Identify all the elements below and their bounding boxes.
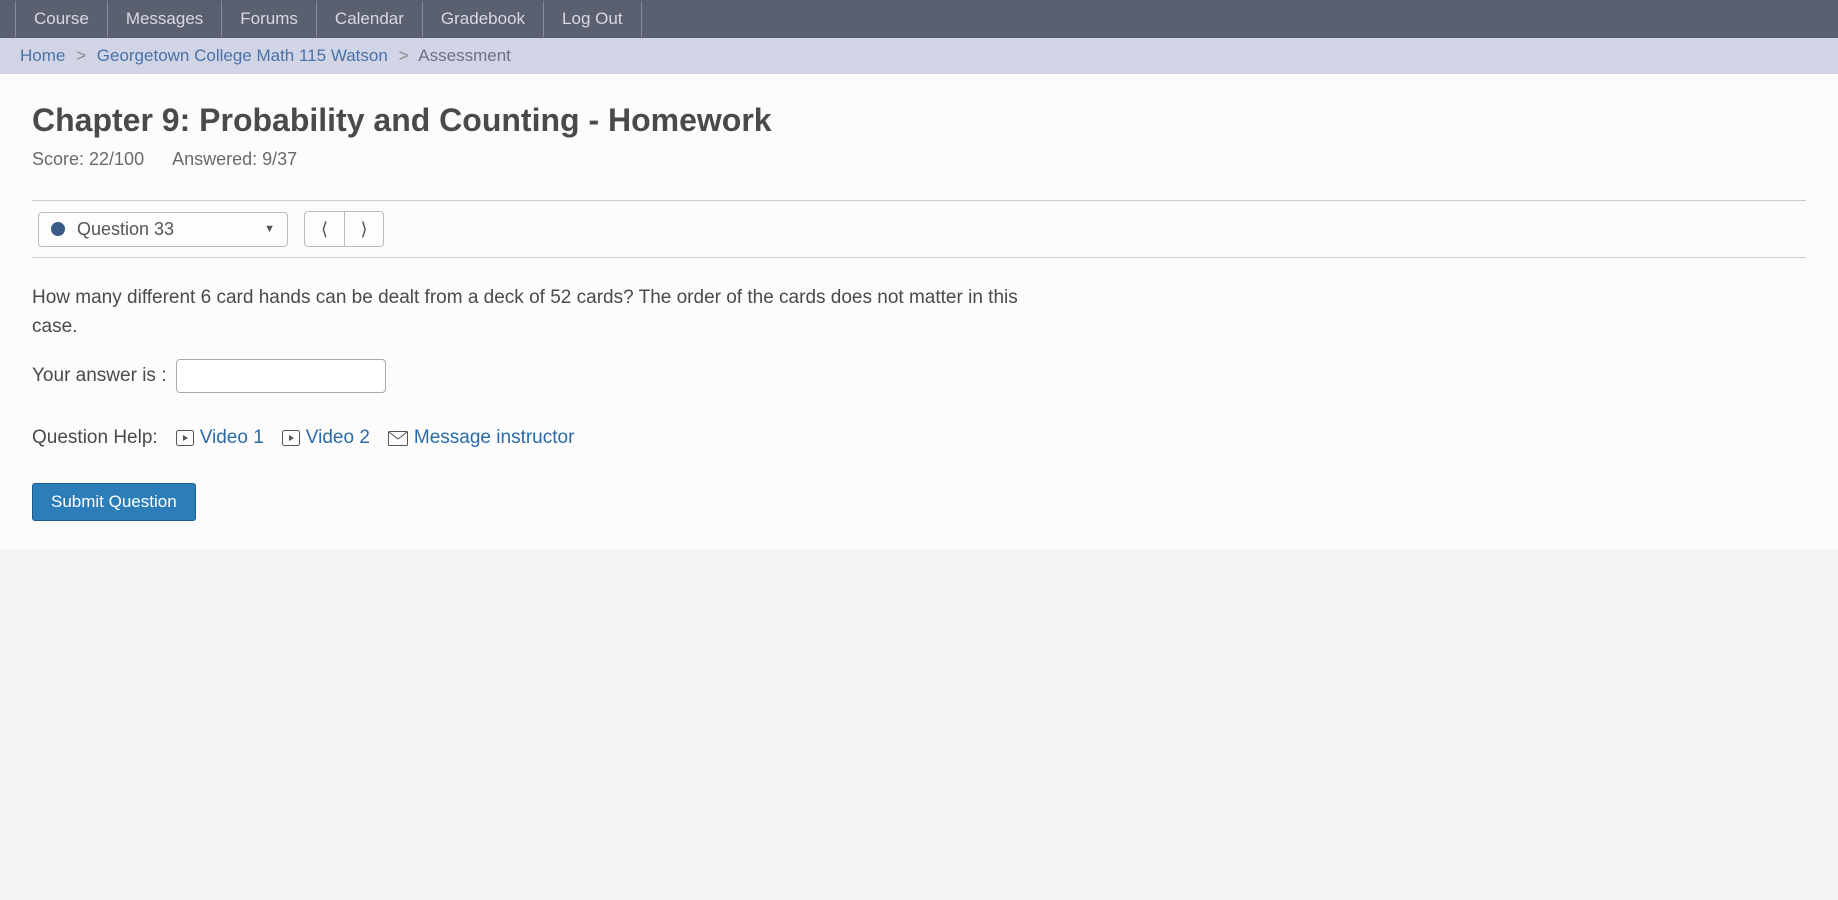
mail-icon <box>388 431 408 446</box>
prev-question-button[interactable]: ⟨ <box>304 211 344 247</box>
play-icon <box>282 430 300 446</box>
page-title: Chapter 9: Probability and Counting - Ho… <box>32 102 1806 139</box>
question-nav-buttons: ⟨ ⟩ <box>304 211 384 247</box>
nav-tab-gradebook[interactable]: Gradebook <box>423 1 544 37</box>
score-label: Score: 22/100 <box>32 149 144 169</box>
question-number-label: Question 33 <box>77 219 264 240</box>
main-content: Chapter 9: Probability and Counting - Ho… <box>0 74 1838 549</box>
score-row: Score: 22/100 Answered: 9/37 <box>32 149 1806 170</box>
help-video1-label: Video 1 <box>200 427 264 449</box>
answer-input[interactable] <box>176 359 386 393</box>
next-question-button[interactable]: ⟩ <box>344 211 384 247</box>
question-selector[interactable]: Question 33 ▼ <box>38 212 288 247</box>
help-video2-link[interactable]: Video 2 <box>282 427 370 449</box>
top-nav: Course Messages Forums Calendar Gradeboo… <box>0 0 1838 38</box>
submit-question-button[interactable]: Submit Question <box>32 483 196 521</box>
nav-tab-calendar[interactable]: Calendar <box>317 1 423 37</box>
help-row: Question Help: Video 1 Video 2 Message i… <box>32 427 1806 449</box>
breadcrumb: Home > Georgetown College Math 115 Watso… <box>0 38 1838 74</box>
help-video2-label: Video 2 <box>306 427 370 449</box>
question-status-dot-icon <box>51 222 65 236</box>
breadcrumb-sep: > <box>399 46 409 65</box>
chevron-down-icon: ▼ <box>264 223 275 235</box>
nav-tab-forums[interactable]: Forums <box>222 1 317 37</box>
help-message-link[interactable]: Message instructor <box>388 427 575 449</box>
nav-tab-messages[interactable]: Messages <box>108 1 222 37</box>
question-header: Question 33 ▼ ⟨ ⟩ <box>32 200 1806 258</box>
nav-tab-course[interactable]: Course <box>15 1 108 37</box>
help-video1-link[interactable]: Video 1 <box>176 427 264 449</box>
help-label: Question Help: <box>32 427 158 449</box>
answered-label: Answered: 9/37 <box>172 149 297 169</box>
question-text: How many different 6 card hands can be d… <box>32 284 1032 341</box>
nav-tab-logout[interactable]: Log Out <box>544 1 642 37</box>
breadcrumb-current: Assessment <box>418 46 511 65</box>
breadcrumb-sep: > <box>76 46 86 65</box>
answer-label: Your answer is : <box>32 365 166 387</box>
breadcrumb-home[interactable]: Home <box>20 46 65 65</box>
play-icon <box>176 430 194 446</box>
breadcrumb-course[interactable]: Georgetown College Math 115 Watson <box>97 46 388 65</box>
help-message-label: Message instructor <box>414 427 575 449</box>
answer-row: Your answer is : <box>32 359 1806 393</box>
chevron-left-icon: ⟨ <box>321 219 328 240</box>
chevron-right-icon: ⟩ <box>360 219 367 240</box>
